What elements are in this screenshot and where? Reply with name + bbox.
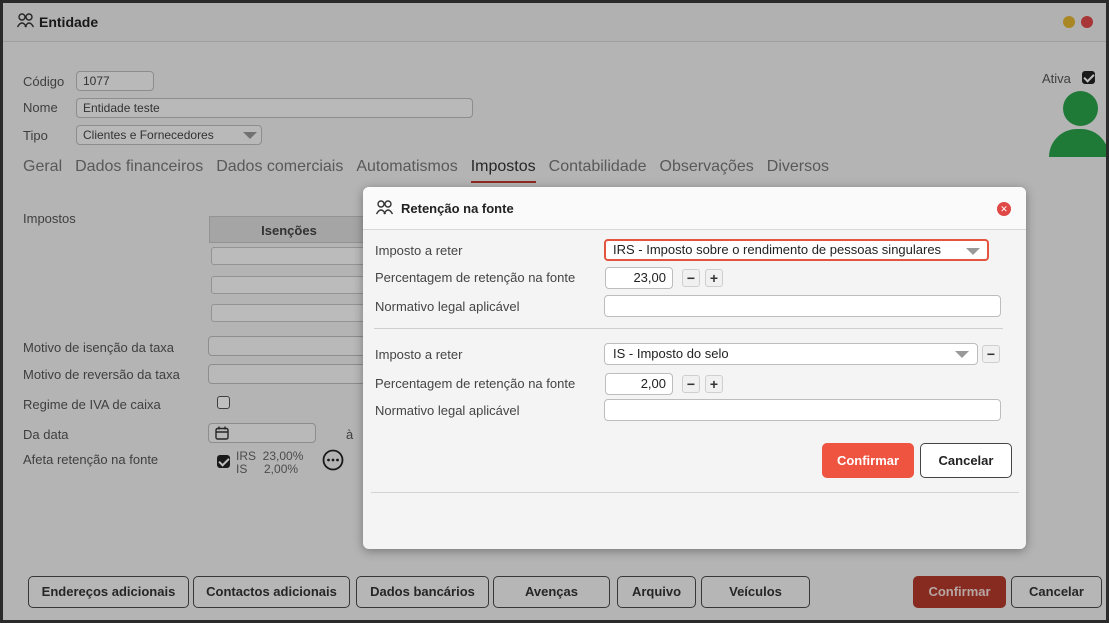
dialog-cancel-button[interactable]: Cancelar — [920, 443, 1012, 478]
close-icon[interactable]: ✕ — [997, 202, 1011, 216]
imposto-select-1[interactable]: IRS - Imposto sobre o rendimento de pess… — [604, 239, 989, 261]
chevron-down-icon — [966, 248, 980, 255]
decrement-button-1[interactable]: − — [682, 269, 700, 287]
retencao-dialog: Retenção na fonte ✕ Imposto a reter IRS … — [363, 187, 1026, 549]
percent-field-2[interactable]: 2,00 — [605, 373, 673, 395]
imposto-label-2: Imposto a reter — [375, 347, 463, 362]
entidade-window: Entidade Código 1077 Nome Entidade teste… — [0, 0, 1109, 623]
users-icon — [375, 200, 394, 219]
normativo-field-1[interactable] — [604, 295, 1001, 317]
percent-label-1: Percentagem de retenção na fonte — [375, 270, 576, 285]
remove-tax-button[interactable]: − — [982, 345, 1000, 363]
normativo-label-2: Normativo legal aplicável — [375, 403, 520, 418]
dialog-title-bar: Retenção na fonte ✕ — [363, 187, 1026, 230]
imposto-value-1: IRS - Imposto sobre o rendimento de pess… — [613, 242, 942, 257]
increment-button-1[interactable]: + — [705, 269, 723, 287]
percent-label-2: Percentagem de retenção na fonte — [375, 376, 576, 391]
dialog-footer-divider — [371, 492, 1019, 493]
imposto-label-1: Imposto a reter — [375, 243, 463, 258]
decrement-button-2[interactable]: − — [682, 375, 700, 393]
normativo-label-1: Normativo legal aplicável — [375, 299, 520, 314]
dialog-confirm-button[interactable]: Confirmar — [822, 443, 914, 478]
percent-field-1[interactable]: 23,00 — [605, 267, 673, 289]
increment-button-2[interactable]: + — [705, 375, 723, 393]
normativo-field-2[interactable] — [604, 399, 1001, 421]
imposto-value-2: IS - Imposto do selo — [613, 346, 729, 361]
dialog-title: Retenção na fonte — [401, 201, 514, 216]
imposto-select-2[interactable]: IS - Imposto do selo — [604, 343, 978, 365]
section-divider — [374, 328, 1003, 329]
chevron-down-icon — [955, 351, 969, 358]
